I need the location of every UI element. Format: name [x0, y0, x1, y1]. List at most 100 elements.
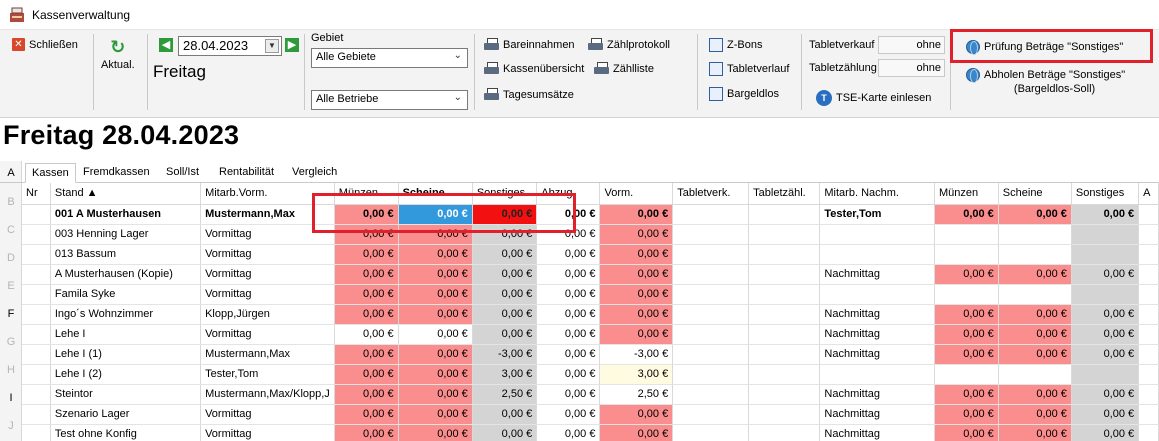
cell-stand[interactable]: A Musterhausen (Kopie): [50, 264, 202, 285]
cell-abzug[interactable]: 0,00 €: [536, 344, 601, 365]
tabletverlauf-button[interactable]: Tabletverlauf: [709, 62, 789, 76]
cell-nachm[interactable]: [819, 284, 935, 305]
cell-mitarb[interactable]: Vormittag: [200, 284, 335, 305]
cell-vorm[interactable]: 2,50 €: [599, 384, 674, 405]
cell-sonstiges2[interactable]: 0,00 €: [1071, 264, 1140, 285]
cell-scheine2[interactable]: 0,00 €: [998, 404, 1072, 425]
cell-abzug[interactable]: 0,00 €: [536, 384, 601, 405]
cell-tabletverk[interactable]: [672, 404, 750, 425]
cell-scheine[interactable]: 0,00 €: [398, 404, 473, 425]
cell-muenzen2[interactable]: [934, 244, 999, 265]
cell-mitarb[interactable]: Tester,Tom: [200, 364, 335, 385]
index-letter[interactable]: F: [0, 308, 22, 320]
column-header-scheine-nachm[interactable]: Scheine: [998, 183, 1072, 205]
cell-mitarb[interactable]: Mustermann,Max: [200, 344, 335, 365]
cell-muenzen[interactable]: 0,00 €: [334, 384, 399, 405]
table-row[interactable]: Lehe I (1) Mustermann,Max 0,00 €0,00 € -3,0…: [22, 344, 1159, 365]
cell-nachm[interactable]: Nachmittag: [819, 404, 935, 425]
cell-tabletzaehl[interactable]: [748, 404, 821, 425]
cell-tabletverk[interactable]: [672, 384, 750, 405]
cell-nr[interactable]: [22, 264, 51, 285]
cell-abzug[interactable]: 0,00 €: [536, 284, 601, 305]
cell-muenzen2[interactable]: 0,00 €: [934, 404, 999, 425]
cell-stand[interactable]: 013 Bassum: [50, 244, 202, 265]
table-row[interactable]: 013 Bassum Vormittag 0,00 €0,00 €0,00 €0,0…: [22, 244, 1159, 265]
cell-mitarb[interactable]: Vormittag: [200, 424, 335, 441]
cell-scheine[interactable]: 0,00 €: [398, 284, 473, 305]
cell-a[interactable]: [1138, 264, 1159, 285]
index-letter[interactable]: D: [0, 252, 22, 264]
cell-scheine2[interactable]: 0,00 €: [998, 384, 1072, 405]
cell-mitarb[interactable]: Vormittag: [200, 324, 335, 345]
cell-a[interactable]: [1138, 204, 1159, 225]
cell-muenzen2[interactable]: 0,00 €: [934, 204, 999, 225]
column-header-stand[interactable]: Stand ▲: [50, 183, 202, 205]
column-header-tabletverk[interactable]: Tabletverk.: [672, 183, 750, 205]
cell-tabletverk[interactable]: [672, 364, 750, 385]
cell-vorm[interactable]: 0,00 €: [599, 264, 674, 285]
cell-tabletverk[interactable]: [672, 224, 750, 245]
cell-tabletzaehl[interactable]: [748, 344, 821, 365]
cell-nr[interactable]: [22, 244, 51, 265]
cell-stand[interactable]: Lehe I: [50, 324, 202, 345]
cell-nr[interactable]: [22, 424, 51, 441]
cell-a[interactable]: [1138, 344, 1159, 365]
cell-sonstiges2[interactable]: [1071, 224, 1140, 245]
cell-sonstiges[interactable]: 0,00 €: [472, 284, 538, 305]
cell-nachm[interactable]: Tester,Tom: [819, 204, 935, 225]
column-header-nr[interactable]: Nr: [22, 183, 51, 205]
cell-scheine2[interactable]: [998, 284, 1072, 305]
cell-vorm[interactable]: 3,00 €: [599, 364, 674, 385]
cell-nr[interactable]: [22, 364, 51, 385]
cell-nr[interactable]: [22, 204, 51, 225]
cell-abzug[interactable]: 0,00 €: [536, 304, 601, 325]
cell-mitarb[interactable]: Mustermann,Max/Klopp,J: [200, 384, 335, 405]
cell-muenzen2[interactable]: 0,00 €: [934, 424, 999, 441]
cell-nr[interactable]: [22, 324, 51, 345]
cell-a[interactable]: [1138, 244, 1159, 265]
tab-kassen[interactable]: Kassen: [25, 163, 76, 183]
cell-stand[interactable]: 003 Henning Lager: [50, 224, 202, 245]
cell-sonstiges[interactable]: 3,00 €: [472, 364, 538, 385]
tab-soll-ist[interactable]: Soll/Ist: [160, 163, 205, 183]
date-picker[interactable]: 28.04.2023 ▼: [178, 36, 282, 56]
cell-tabletverk[interactable]: [672, 344, 750, 365]
table-row[interactable]: Test ohne Konfig Vormittag 0,00 €0,00 €0,0…: [22, 424, 1159, 441]
cell-sonstiges2[interactable]: [1071, 284, 1140, 305]
cell-tabletverk[interactable]: [672, 324, 750, 345]
cell-nachm[interactable]: Nachmittag: [819, 304, 935, 325]
index-letter[interactable]: H: [0, 364, 22, 376]
cell-muenzen[interactable]: 0,00 €: [334, 364, 399, 385]
kassenuebersicht-button[interactable]: Kassenübersicht: [484, 62, 584, 75]
cell-sonstiges[interactable]: 0,00 €: [472, 424, 538, 441]
cell-tabletzaehl[interactable]: [748, 364, 821, 385]
column-header-vorm[interactable]: Vorm.: [599, 183, 674, 205]
cell-scheine2[interactable]: 0,00 €: [998, 264, 1072, 285]
cell-abzug[interactable]: 0,00 €: [536, 324, 601, 345]
cell-stand[interactable]: Famila Syke: [50, 284, 202, 305]
zaehlliste-button[interactable]: Zählliste: [594, 62, 654, 75]
betriebe-select[interactable]: Alle Betriebe ⌄: [311, 90, 468, 110]
cell-scheine2[interactable]: [998, 364, 1072, 385]
index-letter[interactable]: I: [0, 392, 22, 404]
zaehlprotokoll-button[interactable]: Zählprotokoll: [588, 38, 670, 51]
cell-scheine[interactable]: 0,00 €: [398, 364, 473, 385]
cell-scheine2[interactable]: 0,00 €: [998, 204, 1072, 225]
cell-sonstiges2[interactable]: [1071, 364, 1140, 385]
cell-tabletverk[interactable]: [672, 424, 750, 441]
cell-vorm[interactable]: 0,00 €: [599, 304, 674, 325]
cell-sonstiges2[interactable]: [1071, 244, 1140, 265]
cell-vorm[interactable]: 0,00 €: [599, 284, 674, 305]
cell-mitarb[interactable]: Vormittag: [200, 264, 335, 285]
index-letter[interactable]: B: [0, 196, 22, 208]
cell-tabletverk[interactable]: [672, 244, 750, 265]
cell-tabletzaehl[interactable]: [748, 284, 821, 305]
cell-a[interactable]: [1138, 324, 1159, 345]
cell-stand[interactable]: Test ohne Konfig: [50, 424, 202, 441]
cell-sonstiges[interactable]: 0,00 €: [472, 264, 538, 285]
cell-nachm[interactable]: [819, 244, 935, 265]
cell-nachm[interactable]: Nachmittag: [819, 424, 935, 441]
cell-vorm[interactable]: -3,00 €: [599, 344, 674, 365]
cell-sonstiges2[interactable]: 0,00 €: [1071, 204, 1140, 225]
index-letter[interactable]: C: [0, 224, 22, 236]
